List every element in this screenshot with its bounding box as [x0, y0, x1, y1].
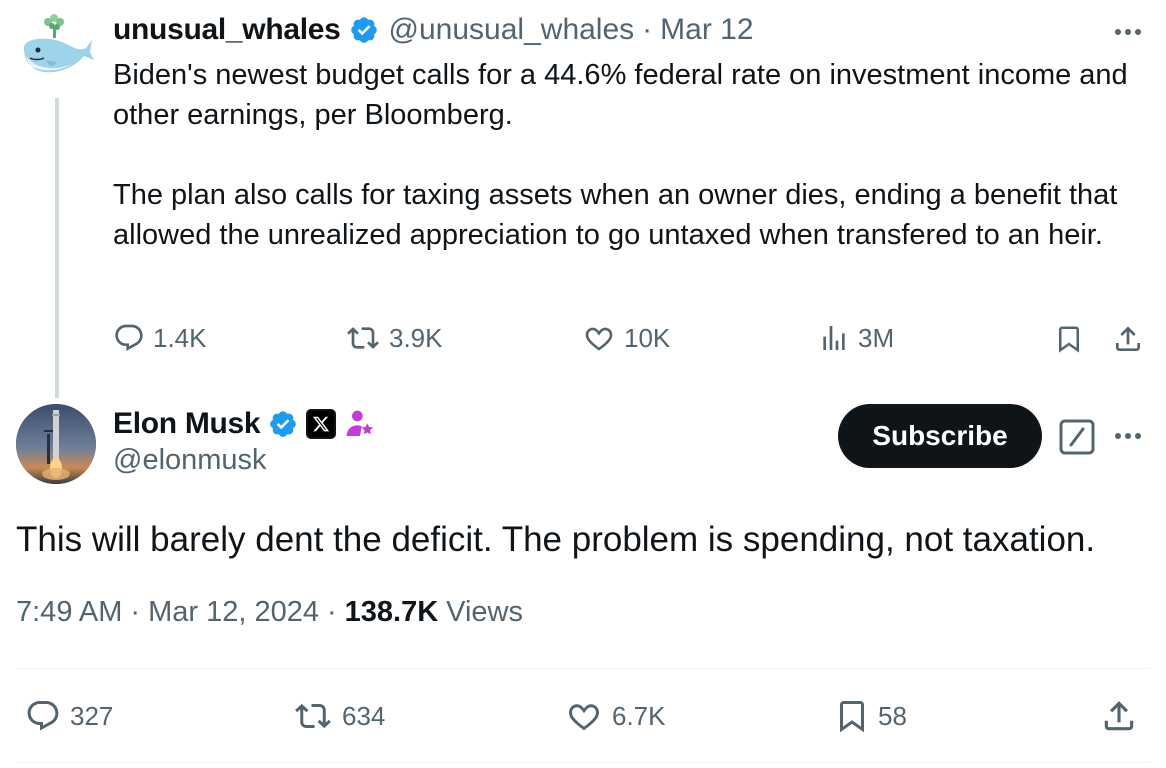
verified-badge-icon[interactable]: [268, 409, 298, 439]
avatar[interactable]: [16, 404, 96, 484]
reply-icon: [27, 701, 59, 731]
divider: [16, 762, 1150, 763]
share-icon[interactable]: [1112, 322, 1144, 356]
tweet-date[interactable]: Mar 12: [660, 13, 753, 47]
like-icon: [585, 327, 613, 351]
tweet-paragraph: Biden's newest budget calls for a 44.6% …: [113, 59, 1128, 131]
parent-tweet[interactable]: unusual_whales @unusual_whales · Mar 12 …: [0, 0, 1166, 390]
x-badge-icon[interactable]: [306, 409, 337, 439]
repost-button[interactable]: 634: [292, 698, 385, 734]
whale-avatar-icon[interactable]: [16, 8, 96, 88]
separator-dot: ·: [642, 13, 653, 46]
display-name[interactable]: unusual_whales: [113, 13, 341, 47]
subscribe-button[interactable]: Subscribe: [838, 404, 1042, 468]
bookmark-button[interactable]: 58: [834, 696, 907, 736]
views-count: 138.7K: [344, 596, 439, 628]
parent-tweet-header: unusual_whales @unusual_whales · Mar 12: [113, 8, 754, 52]
divider: [16, 668, 1150, 669]
reply-button[interactable]: 1.4K: [113, 322, 207, 354]
more-icon[interactable]: [1110, 14, 1146, 50]
grok-icon[interactable]: [1058, 418, 1096, 456]
like-count: 6.7K: [612, 700, 666, 731]
like-button[interactable]: 6.7K: [564, 698, 666, 734]
like-button[interactable]: 10K: [582, 322, 670, 354]
reply-icon: [115, 324, 143, 351]
views-button[interactable]: 3M: [818, 322, 894, 354]
affiliate-badge-icon[interactable]: [344, 408, 376, 440]
reply-count: 1.4K: [153, 322, 207, 353]
repost-icon: [295, 703, 331, 729]
tweet-meta: 7:49 AM · Mar 12, 2024 · 138.7K Views: [16, 596, 523, 629]
more-icon[interactable]: [1110, 418, 1146, 454]
tweet-time[interactable]: 7:49 AM: [16, 596, 122, 629]
separator-dot: ·: [130, 596, 141, 628]
repost-button[interactable]: 3.9K: [345, 322, 443, 354]
bookmark-count: 58: [878, 700, 907, 731]
views-icon: [823, 326, 845, 350]
main-tweet-header: Elon Musk: [113, 402, 376, 446]
repost-icon: [347, 327, 379, 349]
handle[interactable]: @elonmusk: [113, 444, 267, 477]
tweet-text: This will barely dent the deficit. The p…: [16, 520, 1096, 559]
tweet-date[interactable]: Mar 12, 2024: [148, 596, 319, 629]
handle[interactable]: @unusual_whales: [389, 13, 635, 47]
reply-count: 327: [70, 700, 114, 731]
views-label: Views: [446, 596, 523, 628]
repost-count: 3.9K: [389, 322, 443, 353]
bookmark-icon[interactable]: [1054, 322, 1084, 356]
reply-button[interactable]: 327: [24, 698, 113, 734]
separator-dot: ·: [326, 596, 337, 628]
bookmark-icon: [840, 701, 864, 733]
display-name[interactable]: Elon Musk: [113, 407, 261, 441]
share-icon[interactable]: [1100, 696, 1138, 736]
parent-tweet-body: Biden's newest budget calls for a 44.6% …: [113, 55, 1153, 255]
like-icon: [569, 704, 599, 731]
like-count: 10K: [624, 322, 671, 353]
verified-badge-icon[interactable]: [349, 15, 379, 45]
repost-count: 634: [342, 700, 386, 731]
views-count: 3M: [858, 322, 895, 353]
tweet-paragraph: The plan also calls for taxing assets wh…: [113, 179, 1118, 251]
